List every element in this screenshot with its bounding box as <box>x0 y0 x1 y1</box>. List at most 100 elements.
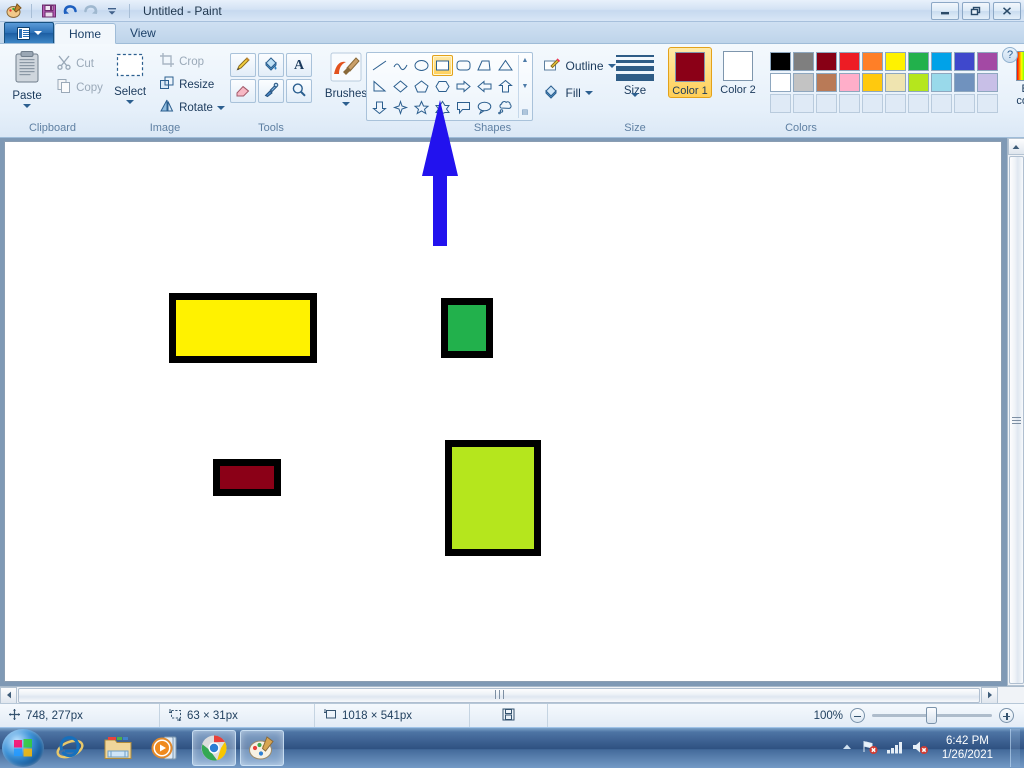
shape-triangle[interactable] <box>495 55 516 76</box>
tab-view[interactable]: View <box>116 22 170 43</box>
yellow-rectangle[interactable] <box>169 293 317 363</box>
palette-swatch-r1-2[interactable] <box>816 52 837 71</box>
drawing-canvas[interactable] <box>4 141 1002 682</box>
shape-line[interactable] <box>369 55 390 76</box>
lime-rectangle[interactable] <box>445 440 541 556</box>
palette-swatch-r1-5[interactable] <box>885 52 906 71</box>
start-button[interactable] <box>2 729 44 767</box>
customize-qat-icon[interactable] <box>104 3 120 19</box>
palette-swatch-r1-3[interactable] <box>839 52 860 71</box>
palette-swatch-empty-7[interactable] <box>931 94 952 113</box>
minimize-button[interactable] <box>931 2 959 20</box>
gallery-expand-icon[interactable]: ▤ <box>522 109 529 116</box>
select-button[interactable]: Select <box>103 51 157 104</box>
paste-dropdown-icon[interactable] <box>23 104 32 108</box>
taskbar-internet-explorer[interactable] <box>48 730 92 766</box>
vertical-scrollbar[interactable] <box>1007 138 1024 702</box>
palette-swatch-r2-9[interactable] <box>977 73 998 92</box>
rotate-button[interactable]: Rotate <box>157 97 227 118</box>
size-dropdown-icon[interactable] <box>631 93 639 111</box>
tool-color-picker[interactable] <box>258 79 284 103</box>
cut-button[interactable]: Cut <box>54 53 105 74</box>
shape-diamond[interactable] <box>390 76 411 97</box>
close-button[interactable] <box>993 2 1021 20</box>
palette-swatch-empty-0[interactable] <box>770 94 791 113</box>
palette-swatch-r2-4[interactable] <box>862 73 883 92</box>
taskbar-paint[interactable] <box>240 730 284 766</box>
zoom-in-button[interactable] <box>999 708 1014 723</box>
shape-rounded-rectangle[interactable] <box>453 55 474 76</box>
tool-magnifier[interactable] <box>286 79 312 103</box>
fill-button[interactable]: Fill <box>540 82 618 104</box>
brushes-dropdown-icon[interactable] <box>342 102 350 106</box>
gallery-scroll-up-icon[interactable]: ▲ <box>522 57 529 64</box>
color-1-button[interactable]: Color 1 <box>668 47 712 98</box>
shape-curve[interactable] <box>390 55 411 76</box>
palette-swatch-empty-6[interactable] <box>908 94 929 113</box>
scroll-left-button[interactable] <box>0 686 17 704</box>
dark-red-rectangle[interactable] <box>213 459 281 496</box>
show-desktop-button[interactable] <box>1010 729 1020 767</box>
select-dropdown-icon[interactable] <box>126 100 135 104</box>
signal-icon[interactable] <box>886 739 904 758</box>
shape-right-arrow[interactable] <box>453 76 474 97</box>
palette-swatch-empty-5[interactable] <box>885 94 906 113</box>
network-disconnected-icon[interactable] <box>861 739 879 758</box>
shape-cloud-callout[interactable] <box>495 97 516 118</box>
palette-swatch-r1-1[interactable] <box>793 52 814 71</box>
taskbar-file-explorer[interactable] <box>96 730 140 766</box>
size-button[interactable] <box>615 55 655 81</box>
shape-six-point-star[interactable] <box>432 97 453 118</box>
crop-button[interactable]: Crop <box>157 51 227 72</box>
green-rectangle[interactable] <box>441 298 493 358</box>
palette-swatch-r1-0[interactable] <box>770 52 791 71</box>
palette-swatch-empty-8[interactable] <box>954 94 975 113</box>
shape-right-triangle[interactable] <box>369 76 390 97</box>
zoom-out-button[interactable] <box>850 708 865 723</box>
shape-hexagon[interactable] <box>432 76 453 97</box>
palette-swatch-r1-8[interactable] <box>954 52 975 71</box>
palette-swatch-empty-2[interactable] <box>816 94 837 113</box>
tool-text[interactable]: A <box>286 53 312 77</box>
scroll-up-button[interactable] <box>1007 138 1024 155</box>
shapes-gallery-scroll[interactable]: ▲ ▼ ▤ <box>518 55 530 118</box>
palette-swatch-r1-4[interactable] <box>862 52 883 71</box>
shape-down-arrow[interactable] <box>369 97 390 118</box>
file-menu-button[interactable] <box>4 22 54 43</box>
undo-icon[interactable] <box>62 3 78 19</box>
palette-swatch-r2-2[interactable] <box>816 73 837 92</box>
palette-swatch-r2-3[interactable] <box>839 73 860 92</box>
redo-icon[interactable] <box>83 3 99 19</box>
brushes-button[interactable]: Brushes <box>319 51 373 106</box>
outline-button[interactable]: Outline <box>540 55 618 77</box>
horizontal-scrollbar[interactable] <box>0 686 1024 704</box>
paste-button[interactable]: Paste <box>0 49 54 108</box>
shape-left-arrow[interactable] <box>474 76 495 97</box>
shape-oval[interactable] <box>411 55 432 76</box>
zoom-slider-thumb[interactable] <box>926 707 937 724</box>
shape-oval-callout[interactable] <box>474 97 495 118</box>
rotate-dropdown-icon[interactable] <box>216 105 225 110</box>
zoom-slider-track[interactable] <box>872 707 992 724</box>
taskbar-windows-media-player[interactable] <box>144 730 188 766</box>
vertical-scroll-thumb[interactable] <box>1008 156 1024 684</box>
volume-muted-icon[interactable] <box>911 739 929 758</box>
palette-swatch-r1-7[interactable] <box>931 52 952 71</box>
palette-swatch-empty-3[interactable] <box>839 94 860 113</box>
color-2-button[interactable]: Color 2 <box>716 47 760 96</box>
palette-swatch-r1-6[interactable] <box>908 52 929 71</box>
gallery-scroll-down-icon[interactable]: ▼ <box>522 83 529 90</box>
shape-up-arrow[interactable] <box>495 76 516 97</box>
taskbar-clock[interactable]: 6:42 PM 1/26/2021 <box>936 734 999 762</box>
palette-swatch-r2-0[interactable] <box>770 73 791 92</box>
palette-swatch-r2-7[interactable] <box>931 73 952 92</box>
palette-swatch-r2-6[interactable] <box>908 73 929 92</box>
restore-button[interactable] <box>962 2 990 20</box>
copy-button[interactable]: Copy <box>54 77 105 98</box>
tab-home[interactable]: Home <box>54 23 117 44</box>
save-icon[interactable] <box>41 3 57 19</box>
fill-dropdown-icon[interactable] <box>584 91 593 95</box>
palette-swatch-r1-9[interactable] <box>977 52 998 71</box>
palette-swatch-r2-1[interactable] <box>793 73 814 92</box>
shape-four-point-star[interactable] <box>390 97 411 118</box>
